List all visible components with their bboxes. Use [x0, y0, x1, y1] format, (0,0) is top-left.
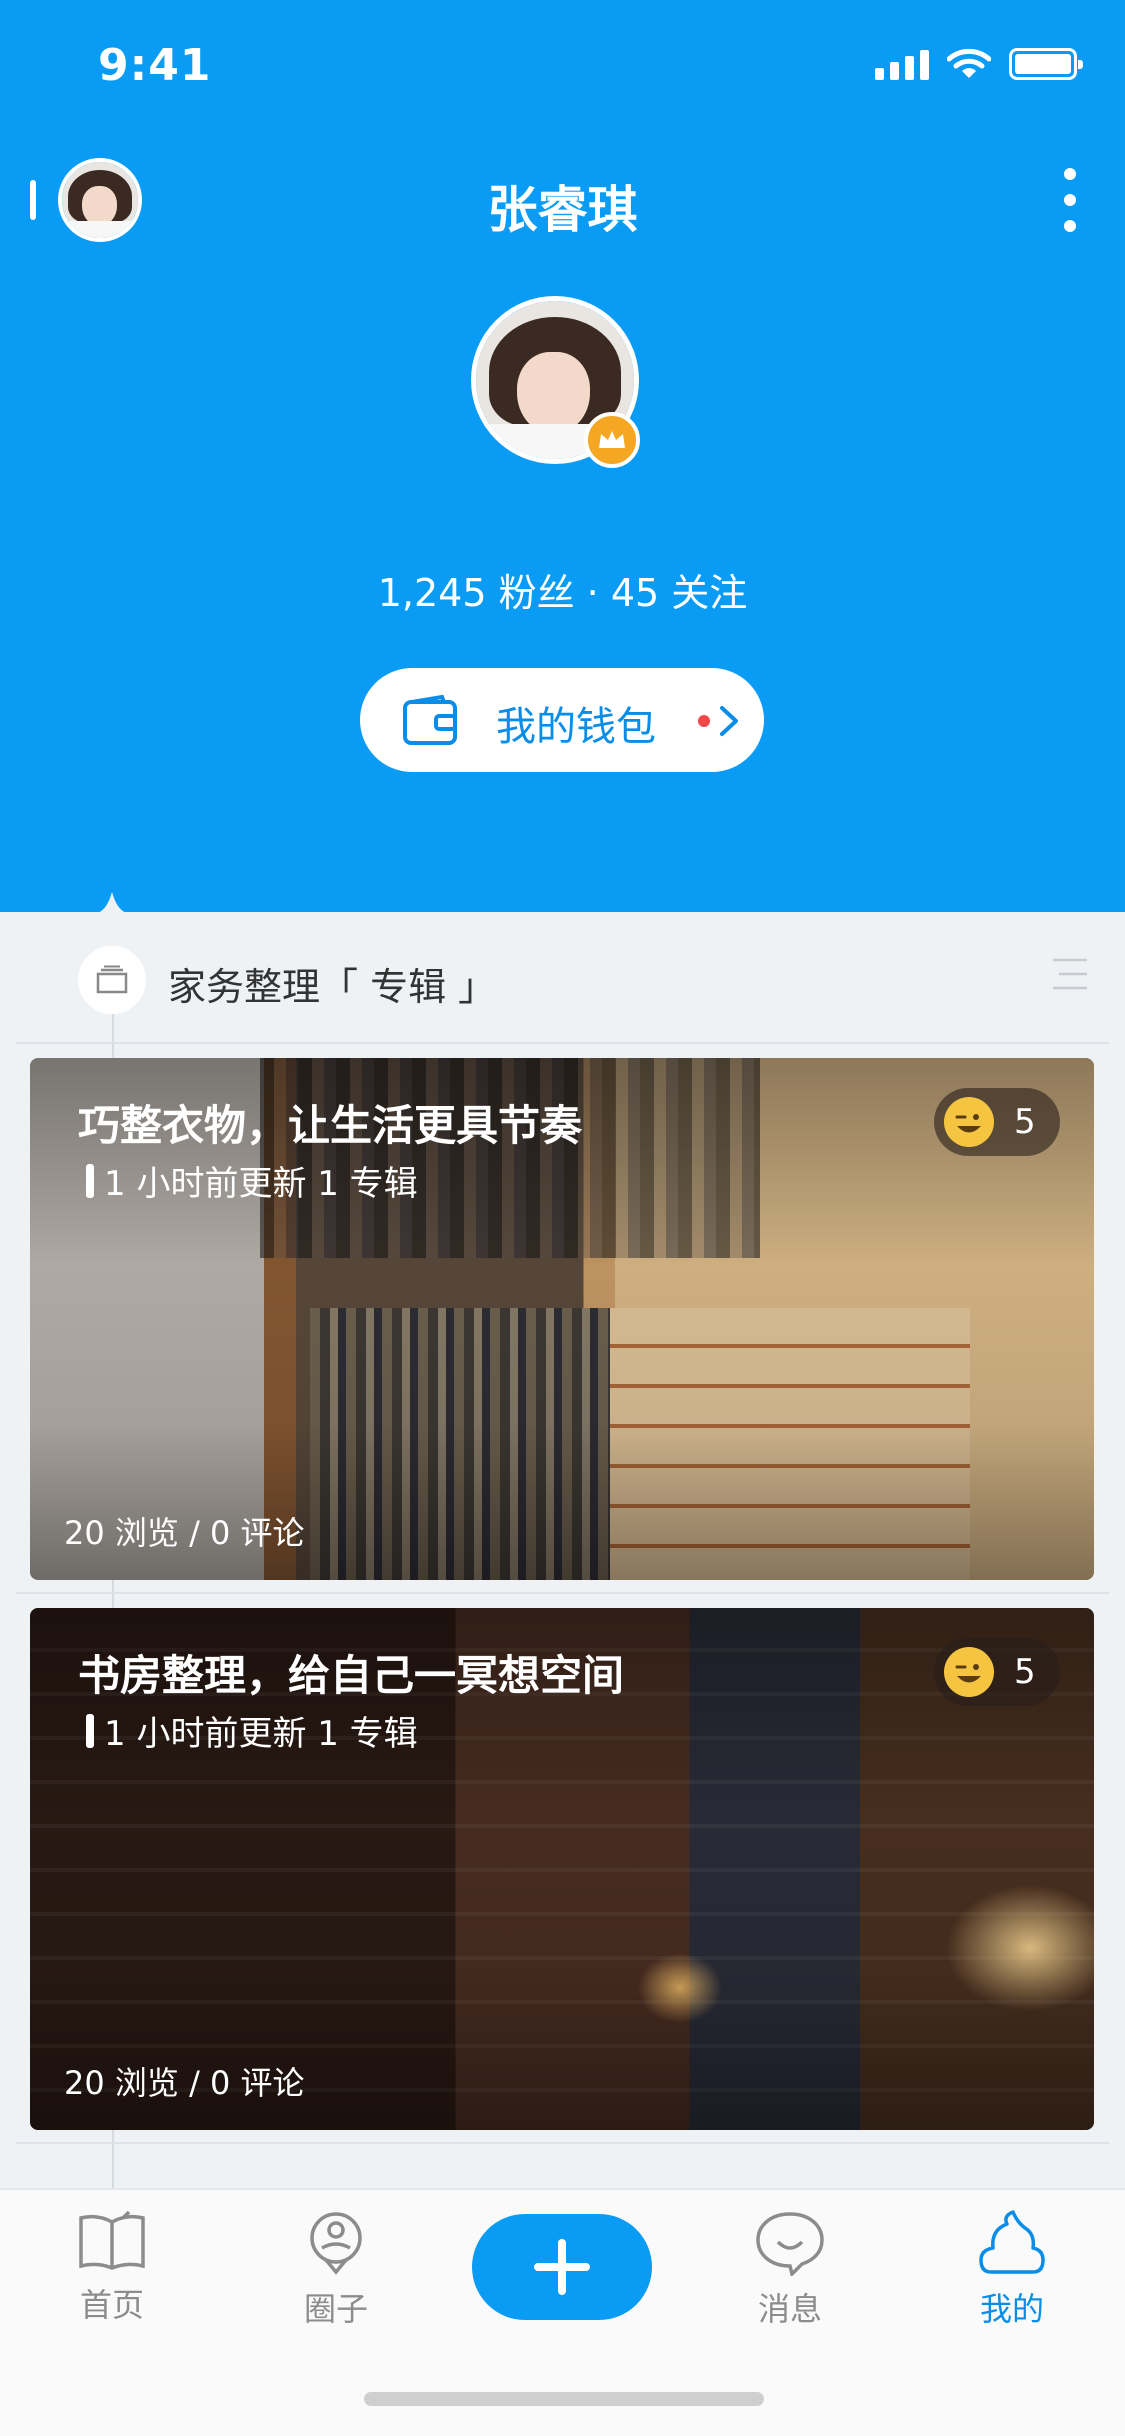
- tab-label: 消息: [757, 2290, 822, 2328]
- section-notch: [92, 892, 132, 914]
- status-bar: 9:41: [0, 0, 1125, 132]
- reaction-button[interactable]: 5: [934, 1088, 1060, 1156]
- album-header: 家务整理「 专辑 」: [0, 912, 1125, 1042]
- card-meta: 1 小时前更新 1 专辑: [86, 1706, 418, 1755]
- album-section: 家务整理「 专辑 」 巧整衣物，让生活更具节奏 1 小时前更新 1 专辑 5 2…: [0, 892, 1125, 2252]
- crown-icon: [584, 412, 640, 468]
- circle-person-icon: [310, 2212, 362, 2275]
- profile-header: 9:41 张睿琪 1,245 粉丝 · 45 关注 我的钱包: [0, 0, 1125, 912]
- card-meta-text: 1 小时前更新 1 专辑: [104, 1714, 418, 1754]
- book-icon: [79, 2210, 145, 2270]
- card-stats: 20 浏览 / 0 评论: [64, 2064, 305, 2102]
- add-button[interactable]: [472, 2214, 652, 2320]
- card-title: 书房整理，给自己一冥想空间: [78, 1651, 625, 1700]
- notification-dot: [698, 715, 710, 727]
- battery-icon: [1009, 48, 1083, 80]
- me-icon: [979, 2210, 1045, 2274]
- reaction-button[interactable]: 5: [934, 1638, 1060, 1706]
- wink-emoji-icon: [944, 1097, 994, 1147]
- tab-label: 圈子: [303, 2290, 368, 2328]
- wifi-icon: [947, 48, 991, 78]
- home-indicator[interactable]: [364, 2392, 764, 2406]
- divider: [16, 1592, 1109, 1594]
- album-title[interactable]: 家务整理「 专辑 」: [168, 956, 496, 1011]
- status-time: 9:41: [98, 40, 212, 91]
- card-stats: 20 浏览 / 0 评论: [64, 1514, 305, 1552]
- album-card[interactable]: 巧整衣物，让生活更具节奏 1 小时前更新 1 专辑 5 20 浏览 / 0 评论: [30, 1058, 1094, 1580]
- album-card[interactable]: 书房整理，给自己一冥想空间 1 小时前更新 1 专辑 5 20 浏览 / 0 评…: [30, 1608, 1094, 2130]
- wallet-icon: [403, 694, 457, 745]
- tab-me[interactable]: 我的: [942, 2210, 1082, 2330]
- reaction-count: 5: [1014, 1652, 1036, 1692]
- list-icon[interactable]: [1049, 956, 1089, 992]
- chevron-right-icon: [720, 706, 738, 736]
- card-meta-text: 1 小时前更新 1 专辑: [104, 1164, 418, 1204]
- wallet-button[interactable]: 我的钱包: [360, 668, 764, 772]
- album-icon: [78, 946, 146, 1014]
- follow-stats[interactable]: 1,245 粉丝 · 45 关注: [0, 562, 1125, 617]
- tab-messages[interactable]: 消息: [720, 2210, 860, 2330]
- wink-emoji-icon: [944, 1647, 994, 1697]
- tab-label: 首页: [79, 2286, 144, 2324]
- tab-home[interactable]: 首页: [42, 2210, 182, 2326]
- more-options-icon[interactable]: [1063, 168, 1077, 232]
- page-title: 张睿琪: [487, 181, 638, 239]
- tab-circle[interactable]: 圈子: [266, 2210, 406, 2330]
- tab-label: 我的: [979, 2290, 1044, 2328]
- chat-bubble-icon: [756, 2212, 824, 2276]
- reaction-count: 5: [1014, 1102, 1036, 1142]
- nav-bar: 张睿琪: [0, 150, 1125, 250]
- plus-icon: [534, 2239, 590, 2295]
- divider: [16, 1042, 1109, 1044]
- card-meta: 1 小时前更新 1 专辑: [86, 1156, 418, 1205]
- wallet-label: 我的钱包: [496, 704, 656, 750]
- card-title: 巧整衣物，让生活更具节奏: [78, 1101, 583, 1150]
- divider: [16, 2142, 1109, 2144]
- signal-icon: [875, 48, 929, 80]
- status-icons: [875, 48, 1083, 80]
